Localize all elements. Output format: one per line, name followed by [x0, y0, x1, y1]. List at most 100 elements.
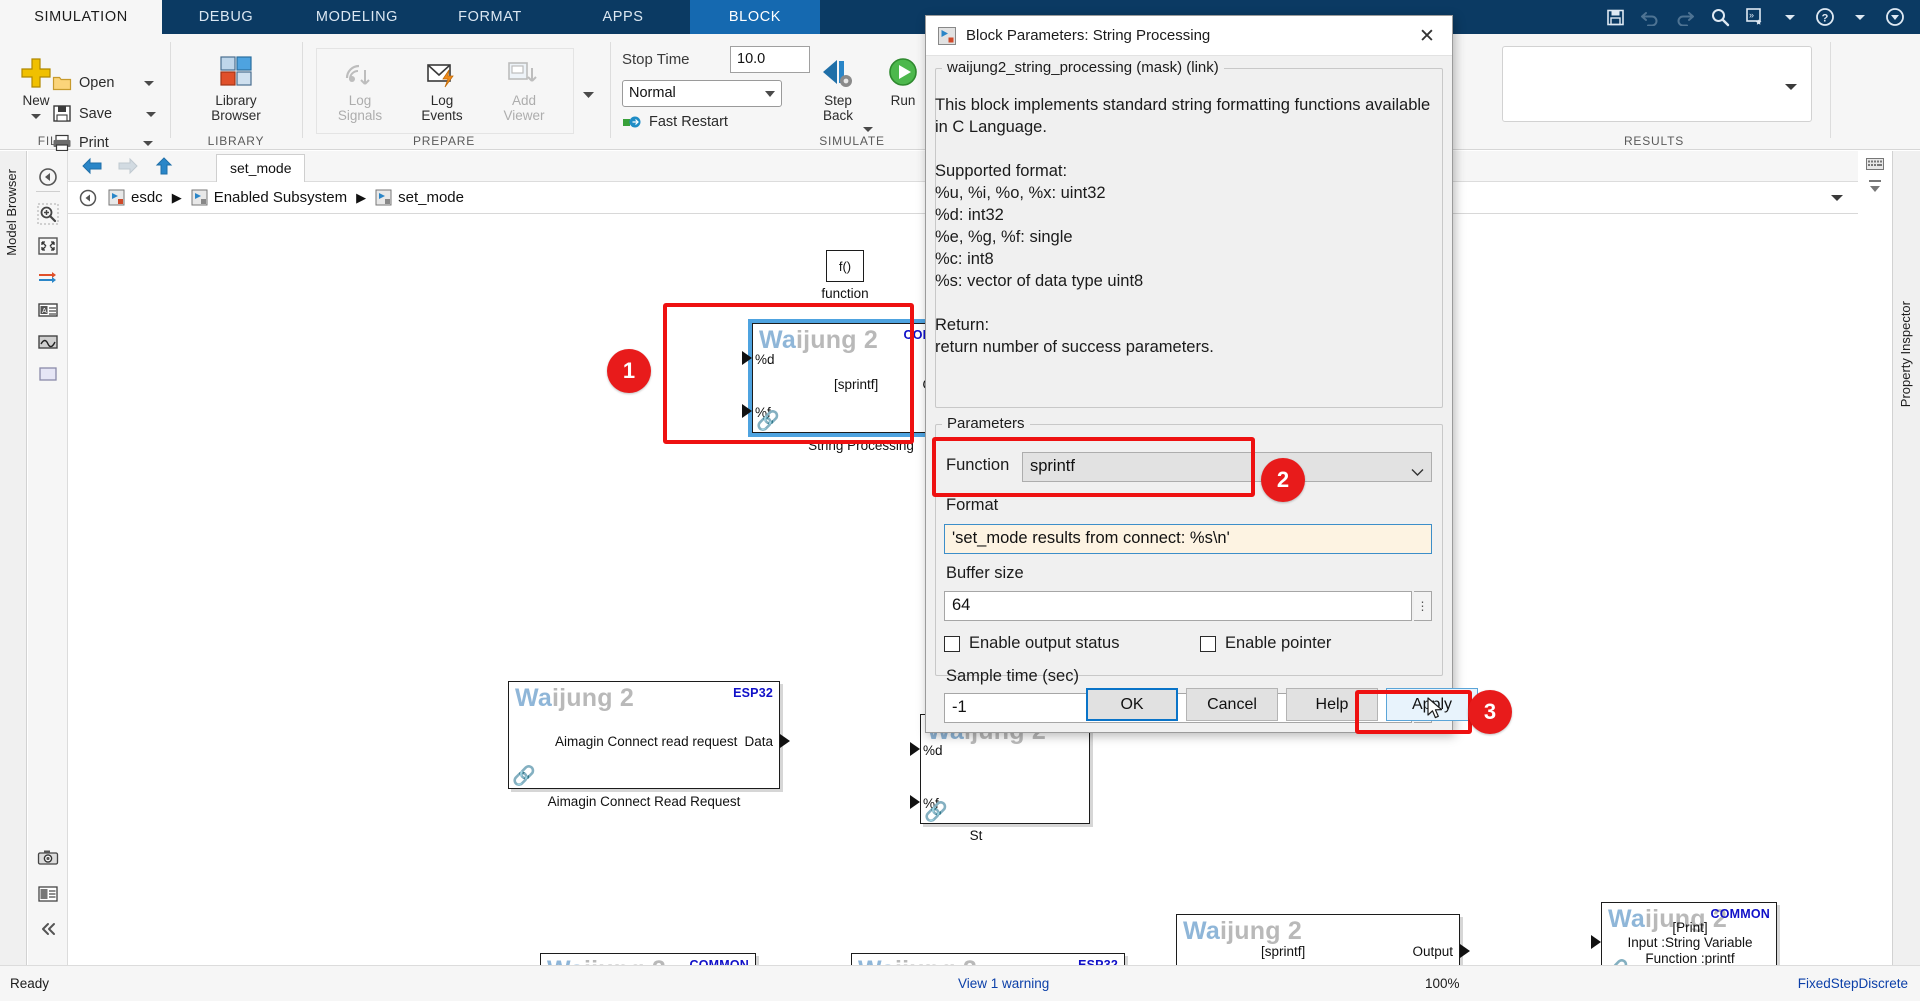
buffer-size-input[interactable]: 64 [944, 591, 1412, 621]
status-warning-link[interactable]: View 1 warning [958, 976, 1049, 991]
input-port-1[interactable] [742, 404, 752, 418]
keyboard-shortcut-icon[interactable] [1866, 157, 1884, 175]
collapse-panel-icon[interactable] [1866, 178, 1884, 201]
function-chevron-down-icon[interactable] [1411, 463, 1424, 481]
tab-modeling[interactable]: MODELING [290, 0, 424, 34]
input-port-1b[interactable] [910, 795, 920, 809]
tab-debug[interactable]: DEBUG [162, 0, 290, 34]
nav-up-icon[interactable] [152, 156, 174, 176]
status-state: Ready [10, 976, 50, 991]
fit-to-view-icon[interactable] [35, 233, 61, 259]
block-aimagin-connect-write-request[interactable]: Waijung 2 ESP32 Data Aimagin Connect sen… [851, 953, 1125, 965]
close-icon[interactable]: ✕ [1412, 22, 1442, 50]
step-back-label-1: Step [824, 93, 852, 108]
block-parameters-dialog[interactable]: Block Parameters: String Processing ✕ wa… [925, 15, 1478, 733]
tab-format[interactable]: FORMAT [424, 0, 556, 34]
save-icon[interactable] [1604, 6, 1626, 28]
ribbon-group-file: New FILE [0, 34, 104, 150]
library-browser-button[interactable]: Library Browser [188, 54, 284, 123]
area-icon[interactable] [35, 361, 61, 387]
print-button[interactable]: Print [52, 134, 154, 152]
save-button[interactable]: Save [52, 104, 157, 123]
input-port-0[interactable] [742, 351, 752, 365]
help-button[interactable]: Help [1286, 688, 1378, 721]
print-dropdown-icon[interactable] [142, 135, 154, 151]
stop-time-input[interactable]: 10.0 [730, 46, 810, 73]
minimize-ribbon-icon[interactable] [1884, 6, 1906, 28]
add-viewer-label-2: Viewer [503, 108, 545, 123]
log-signals-button[interactable]: Log Signals [322, 58, 398, 123]
nav-forward-icon[interactable] [116, 156, 138, 176]
step-back-button[interactable]: Step Back [800, 56, 876, 123]
model-browser-rail[interactable]: Model Browser [0, 151, 27, 965]
undo-icon[interactable] [1639, 6, 1661, 28]
input-port-0b[interactable] [910, 742, 920, 756]
block-acrr-caption: Aimagin Connect Read Request [547, 794, 741, 809]
block-string-processing-watermark: Waijung 2 [759, 326, 878, 354]
tab-simulation[interactable]: SIMULATION [0, 0, 162, 34]
favorites-icon[interactable]: » [1744, 6, 1766, 28]
ok-button[interactable]: OK [1086, 688, 1178, 721]
block-string-processing2[interactable]: Waijung 2 COMMON %d %f [sprintf] Output … [540, 953, 756, 965]
breadcrumb-item-enabled-subsystem[interactable]: Enabled Subsystem [191, 189, 347, 206]
prepare-more-dropdown-icon[interactable] [582, 86, 595, 104]
enable-pointer-checkbox[interactable]: Enable pointer [1200, 634, 1331, 653]
results-gallery[interactable] [1502, 46, 1812, 122]
tab-apps[interactable]: APPS [556, 0, 690, 34]
property-inspector-rail[interactable]: Property Inspector [1892, 151, 1920, 965]
redo-icon[interactable] [1674, 6, 1696, 28]
block-print[interactable]: Waijung 2 COMMON [Print] Input :String V… [1591, 902, 1777, 965]
open-dropdown-icon[interactable] [143, 75, 155, 91]
buffer-size-stepper[interactable]: ⋮ [1414, 591, 1432, 621]
simulation-mode-combobox[interactable]: Normal [622, 80, 782, 107]
tab-block[interactable]: BLOCK [690, 0, 820, 34]
ribbon-group-library-label: LIBRARY [207, 134, 265, 148]
camera-icon[interactable] [35, 845, 61, 871]
subsystem-icon-2 [375, 189, 392, 206]
breadcrumb-item-esdc[interactable]: esdc [108, 189, 163, 206]
status-zoom-level[interactable]: 100% [1425, 976, 1460, 991]
status-solver[interactable]: FixedStepDiscrete [1798, 976, 1908, 991]
simulation-mode-value: Normal [629, 85, 676, 101]
help-icon[interactable]: ? [1814, 6, 1836, 28]
open-button[interactable]: Open [52, 74, 155, 92]
log-events-button[interactable]: Log Events [404, 58, 480, 123]
search-icon[interactable] [1709, 6, 1731, 28]
sample-time-value: -1 [952, 698, 967, 716]
breadcrumb-back-icon[interactable] [68, 188, 108, 208]
stop-time-label: Stop Time [622, 51, 690, 68]
help-dropdown-icon[interactable] [1849, 6, 1871, 28]
model-info-icon[interactable] [35, 881, 61, 907]
function-combobox[interactable]: sprintf [1022, 452, 1432, 482]
input-port-print[interactable] [1591, 935, 1601, 949]
signal-routing-icon[interactable] [35, 265, 61, 291]
output-port-data[interactable] [780, 734, 790, 748]
enable-output-status-checkbox[interactable]: Enable output status [944, 634, 1119, 653]
block-function[interactable]: f() [826, 250, 864, 282]
breadcrumb-overflow-icon[interactable] [1830, 189, 1844, 207]
library-browser-label-2: Browser [211, 108, 261, 123]
annotation-icon[interactable]: A [35, 297, 61, 323]
add-viewer-button[interactable]: Add Viewer [486, 58, 562, 123]
output-port-sp1[interactable] [1460, 944, 1470, 958]
simulink-block-icon [938, 27, 956, 50]
block-aimagin-connect-read-request[interactable]: Waijung 2 ESP32 Aimagin Connect read req… [508, 681, 790, 789]
back-to-parent-icon[interactable] [35, 164, 61, 190]
document-tab-set-mode[interactable]: set_mode [216, 154, 306, 182]
nav-back-icon[interactable] [80, 156, 102, 176]
cancel-button[interactable]: Cancel [1186, 688, 1278, 721]
collapse-icon[interactable] [35, 916, 61, 942]
results-gallery-dropdown-icon[interactable] [1784, 78, 1798, 96]
printer-icon [53, 134, 71, 152]
block-string-processing1[interactable]: Waijung 2 [sprintf] Output %f 🔗 [1176, 914, 1470, 965]
fast-restart-toggle[interactable]: Fast Restart [622, 114, 728, 130]
format-input[interactable]: 'set_mode results from connect: %s\n' [944, 524, 1432, 554]
save-dropdown-icon[interactable] [145, 106, 157, 122]
model-browser-label: Model Browser [4, 169, 19, 256]
favorites-dropdown-icon[interactable] [1779, 6, 1801, 28]
breadcrumb-item-set-mode[interactable]: set_mode [375, 189, 464, 206]
scope-icon[interactable] [35, 329, 61, 355]
annotation-marker-1: 1 [607, 349, 651, 393]
zoom-in-icon[interactable] [35, 201, 61, 227]
log-signals-label-1: Log [348, 93, 372, 108]
